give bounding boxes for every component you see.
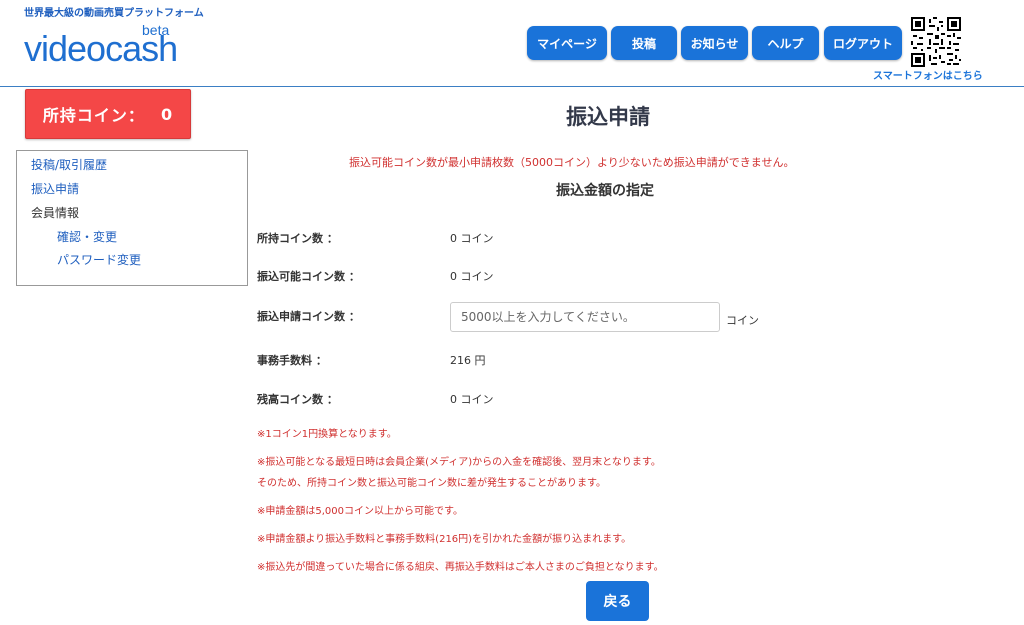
request-coins-input[interactable]	[450, 302, 720, 332]
sidebar-section-member-info: 会員情報	[31, 206, 80, 220]
balance-coins-value: 0 コイン	[450, 393, 494, 406]
coin-balance-badge: 所持コイン： 0	[25, 89, 191, 139]
nav-news-button[interactable]: お知らせ	[681, 26, 748, 60]
balance-coins-label: 残高コイン数 ：	[257, 393, 338, 406]
transferable-coins-value: 0 コイン	[450, 270, 494, 283]
note-fees: ※申請金額より振込手数料と事務手数料(216円)を引かれた金額が振り込まれます。	[257, 534, 632, 545]
nav-mypage-button[interactable]: マイページ	[527, 26, 607, 60]
request-coins-unit: コイン	[726, 314, 759, 327]
back-button[interactable]: 戻る	[586, 581, 649, 621]
coin-balance-value: 0	[160, 104, 174, 124]
sidebar-item-confirm-change[interactable]: 確認・変更	[57, 228, 117, 245]
coin-balance-label: 所持コイン：	[42, 106, 145, 125]
section-subtitle: 振込金額の指定	[556, 183, 654, 199]
note-conversion: ※1コイン1円換算となります。	[257, 429, 397, 440]
sidebar-menu: 投稿/取引履歴 振込申請 会員情報 確認・変更 パスワード変更	[16, 150, 248, 286]
transferable-coins-label: 振込可能コイン数 ：	[257, 270, 360, 283]
qr-code-icon[interactable]	[911, 17, 961, 67]
note-minimum: ※申請金額は5,000コイン以上から可能です。	[257, 506, 464, 517]
admin-fee-value: 216 円	[450, 354, 486, 367]
transfer-warning-message: 振込可能コイン数が最小申請枚数（5000コイン）より少ないため振込申請ができませ…	[349, 156, 795, 169]
site-header: 世界最大級の動画売買プラットフォーム videocash beta マイページ …	[0, 0, 1024, 87]
nav-help-button[interactable]: ヘルプ	[752, 26, 819, 60]
request-coins-label: 振込申請コイン数 ：	[257, 310, 360, 323]
site-tagline: 世界最大級の動画売買プラットフォーム	[24, 8, 204, 19]
owned-coins-value: 0 コイン	[450, 232, 494, 245]
note-difference: そのため、所持コイン数と振込可能コイン数に差が発生することがあります。	[257, 478, 606, 489]
nav-post-button[interactable]: 投稿	[611, 26, 677, 60]
sidebar-item-password-change[interactable]: パスワード変更	[57, 251, 141, 268]
page-title: 振込申請	[566, 105, 650, 129]
logo-beta-label: beta	[142, 22, 170, 38]
smartphone-link[interactable]: スマートフォンはこちら	[873, 67, 983, 82]
note-earliest-date: ※振込可能となる最短日時は会員企業(メディア)からの入金を確認後、翌月末となりま…	[257, 457, 661, 468]
admin-fee-label: 事務手数料 ：	[257, 354, 327, 367]
nav-logout-button[interactable]: ログアウト	[824, 26, 902, 60]
sidebar-item-history[interactable]: 投稿/取引履歴	[31, 156, 107, 173]
owned-coins-label: 所持コイン数 ：	[257, 232, 338, 245]
sidebar-item-transfer-request[interactable]: 振込申請	[31, 180, 79, 197]
note-wrong-account: ※振込先が間違っていた場合に係る組戻、再振込手数料はご本人さまのご負担となります…	[257, 562, 664, 573]
